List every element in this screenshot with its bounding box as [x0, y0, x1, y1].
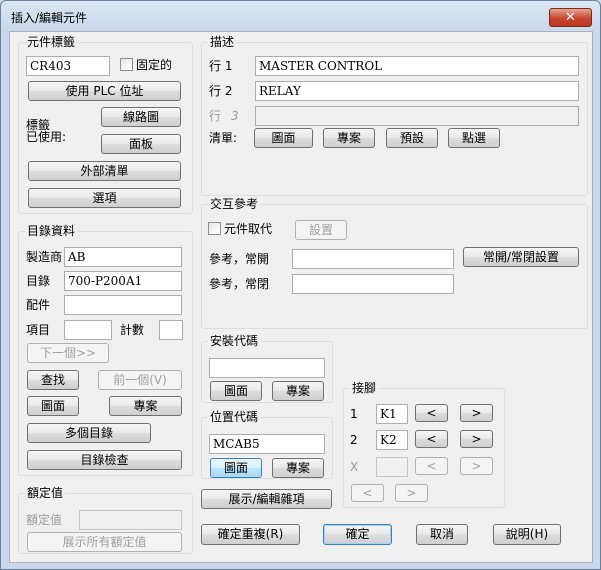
- location-code-group-label: 位置代碼: [208, 410, 261, 424]
- multiple-catalog-button[interactable]: 多個目錄: [27, 423, 151, 443]
- description-pick-button[interactable]: 點選: [448, 128, 500, 148]
- catalog-project-button[interactable]: 專案: [109, 396, 182, 416]
- component-override-label: 元件取代: [224, 222, 273, 236]
- dialog-client-area: 元件標籤 CR403 固定的 使用 PLC 位址 標籤 已使用: 線路圖 面板 …: [9, 31, 593, 563]
- rating-label: 額定值: [26, 513, 63, 527]
- pins-scroll-left-button[interactable]: <: [351, 484, 384, 502]
- description-defaults-button[interactable]: 預設: [386, 128, 438, 148]
- rating-input[interactable]: [79, 510, 182, 530]
- fixed-checkbox[interactable]: [120, 58, 133, 71]
- catalog-drawing-button[interactable]: 圖面: [27, 396, 79, 416]
- schematic-button[interactable]: 線路圖: [101, 107, 181, 127]
- pin1-left-button[interactable]: <: [415, 404, 448, 422]
- description-drawing-button[interactable]: 圖面: [254, 128, 313, 148]
- cancel-button[interactable]: 取消: [416, 524, 468, 545]
- installation-code-group-label: 安裝代碼: [208, 334, 261, 348]
- manufacturer-input[interactable]: AB: [64, 247, 182, 267]
- previous-button[interactable]: 前一個(V): [98, 370, 182, 390]
- lookup-button[interactable]: 查找: [27, 370, 79, 390]
- next-button[interactable]: 下一個>>: [27, 343, 109, 363]
- dialog-window: 插入/編輯元件 ✕ 元件標籤 CR403 固定的 使用 PLC 位址 標籤 已使…: [0, 0, 601, 570]
- pins-scroll-right-button[interactable]: >: [395, 484, 428, 502]
- panel-button[interactable]: 面板: [101, 134, 181, 154]
- component-tag-group-label: 元件標籤: [25, 35, 78, 49]
- close-button[interactable]: ✕: [549, 8, 592, 27]
- pin1-label: 1: [350, 407, 358, 421]
- pin1-right-button[interactable]: >: [460, 404, 493, 422]
- assembly-input[interactable]: [64, 295, 182, 315]
- description-line3-number: 3: [231, 109, 239, 123]
- reference-nc-input[interactable]: [292, 274, 454, 294]
- manufacturer-label: 製造商: [26, 250, 63, 264]
- pin3-label: X: [350, 460, 359, 474]
- description-group-label: 描述: [208, 35, 237, 49]
- count-label: 計數: [120, 323, 145, 337]
- description-line3-label: 行: [209, 109, 222, 123]
- fixed-label: 固定的: [136, 58, 173, 72]
- pins-group-label: 接腳: [350, 381, 379, 395]
- description-line1-label: 行 1: [209, 59, 233, 73]
- location-project-button[interactable]: 專案: [272, 458, 324, 478]
- use-plc-address-button[interactable]: 使用 PLC 位址: [28, 81, 181, 101]
- component-override-checkbox[interactable]: [208, 222, 221, 235]
- description-project-button[interactable]: 專案: [323, 128, 375, 148]
- catalog-check-button[interactable]: 目錄檢查: [27, 450, 182, 470]
- help-button[interactable]: 說明(H): [493, 524, 561, 545]
- no-nc-setup-button[interactable]: 常開/常閉設置: [463, 247, 579, 267]
- title-bar[interactable]: 插入/編輯元件 ✕: [1, 1, 600, 31]
- item-input[interactable]: [64, 320, 112, 340]
- pin3-input[interactable]: [376, 457, 408, 477]
- installation-drawing-button[interactable]: 圖面: [210, 381, 262, 401]
- pin2-input[interactable]: K2: [376, 430, 408, 450]
- item-label: 項目: [26, 323, 51, 337]
- component-tag-input[interactable]: CR403: [26, 56, 110, 76]
- override-setup-button[interactable]: 設置: [295, 220, 347, 240]
- count-input[interactable]: [159, 320, 183, 340]
- installation-project-button[interactable]: 專案: [272, 381, 324, 401]
- external-list-button[interactable]: 外部清單: [28, 161, 181, 181]
- tags-used-label-2: 已使用:: [26, 130, 67, 144]
- description-line1-input[interactable]: MASTER CONTROL: [255, 56, 579, 76]
- reference-no-input[interactable]: [292, 249, 454, 269]
- pin2-label: 2: [350, 433, 358, 447]
- ratings-group-label: 額定值: [25, 486, 66, 500]
- pin3-left-button[interactable]: <: [415, 457, 448, 475]
- window-title: 插入/編輯元件: [11, 11, 88, 25]
- pin2-right-button[interactable]: >: [460, 430, 493, 448]
- pin1-input[interactable]: K1: [376, 404, 408, 424]
- ok-repeat-button[interactable]: 確定重複(R): [201, 524, 300, 545]
- catalog-label: 目錄: [26, 274, 51, 288]
- catalog-data-group-label: 目錄資料: [25, 224, 78, 238]
- cross-reference-group-label: 交互參考: [208, 197, 261, 211]
- reference-no-label: 參考，常開: [209, 252, 270, 266]
- reference-nc-label: 參考，常閉: [209, 277, 270, 291]
- pin3-right-button[interactable]: >: [460, 457, 493, 475]
- location-drawing-button[interactable]: 圖面: [210, 458, 262, 478]
- description-line2-input[interactable]: RELAY: [255, 81, 579, 101]
- installation-code-input[interactable]: [209, 358, 325, 378]
- pin2-left-button[interactable]: <: [415, 430, 448, 448]
- ok-button[interactable]: 確定: [323, 524, 392, 545]
- location-code-input[interactable]: MCAB5: [209, 434, 325, 454]
- description-list-label: 清單:: [209, 131, 238, 145]
- description-line2-label: 行 2: [209, 84, 233, 98]
- show-all-ratings-button[interactable]: 展示所有額定值: [27, 532, 182, 552]
- show-edit-misc-button[interactable]: 展示/編輯雜項: [201, 489, 332, 509]
- description-line3-input[interactable]: [255, 106, 579, 126]
- options-button[interactable]: 選項: [28, 188, 181, 208]
- catalog-input[interactable]: 700-P200A1: [64, 271, 182, 291]
- assembly-label: 配件: [26, 298, 51, 312]
